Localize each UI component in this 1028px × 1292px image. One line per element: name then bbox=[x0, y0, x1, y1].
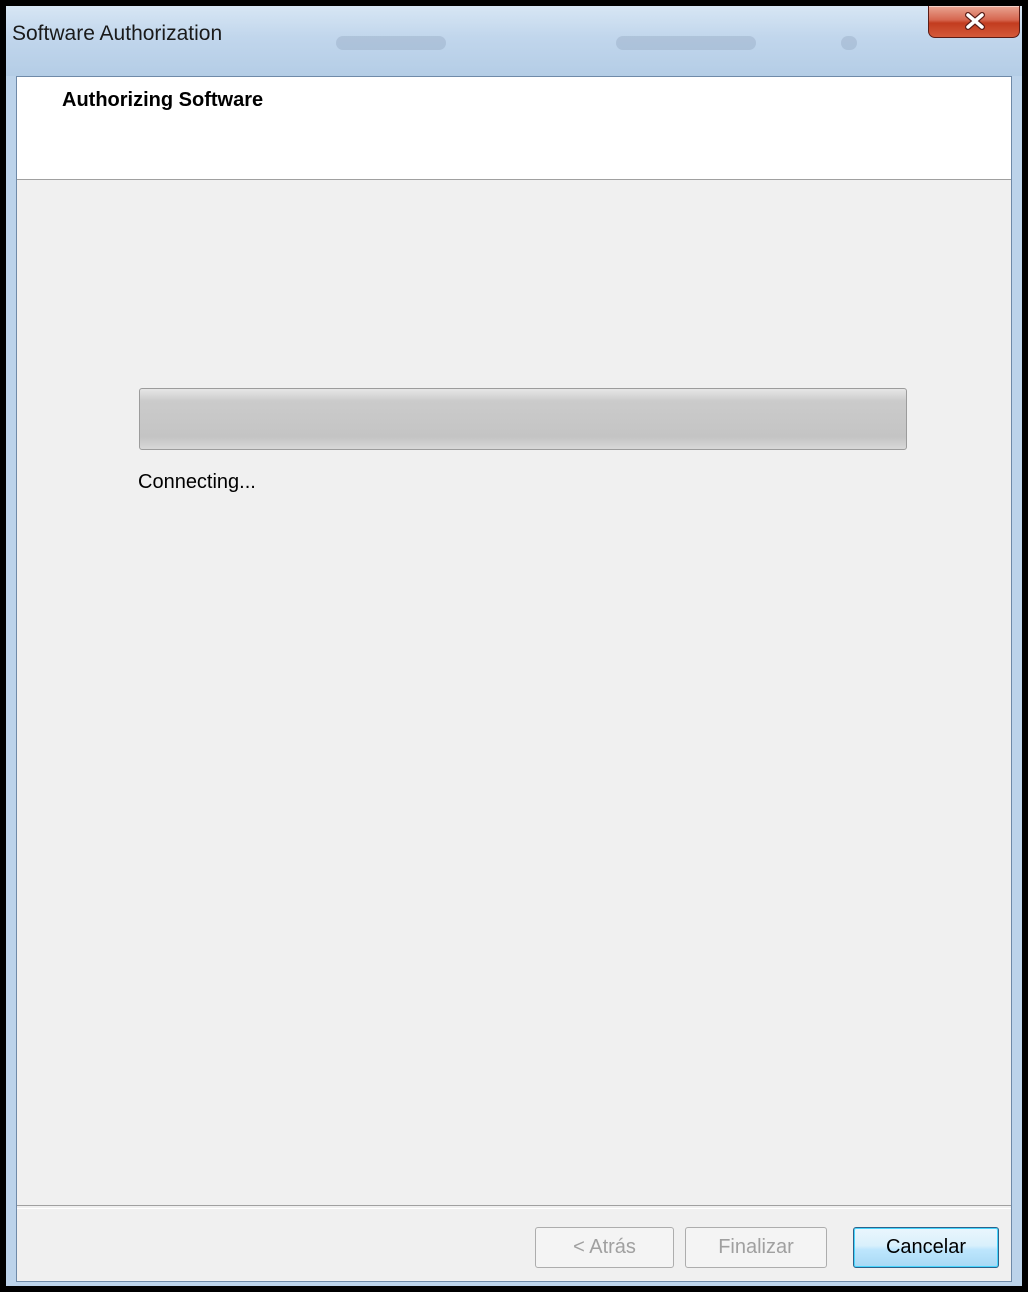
software-authorization-window: Software Authorization Authorizing Softw… bbox=[6, 6, 1022, 1286]
wizard-header: Authorizing Software bbox=[17, 77, 1011, 180]
back-button[interactable]: < Atrás bbox=[535, 1227, 674, 1268]
background-blur bbox=[841, 36, 857, 50]
dialog-client-area: Authorizing Software Connecting... < Atr… bbox=[16, 76, 1012, 1282]
page-title: Authorizing Software bbox=[62, 89, 264, 111]
cancel-button[interactable]: Cancelar bbox=[853, 1227, 999, 1268]
footer-divider bbox=[17, 1205, 1011, 1209]
close-button[interactable] bbox=[928, 6, 1020, 38]
status-text: Connecting... bbox=[138, 471, 256, 493]
title-bar[interactable]: Software Authorization bbox=[6, 6, 1022, 76]
background-blur bbox=[616, 36, 756, 50]
background-blur bbox=[336, 36, 446, 50]
finish-button[interactable]: Finalizar bbox=[685, 1227, 827, 1268]
progress-bar bbox=[139, 388, 907, 450]
window-title: Software Authorization bbox=[12, 22, 223, 45]
